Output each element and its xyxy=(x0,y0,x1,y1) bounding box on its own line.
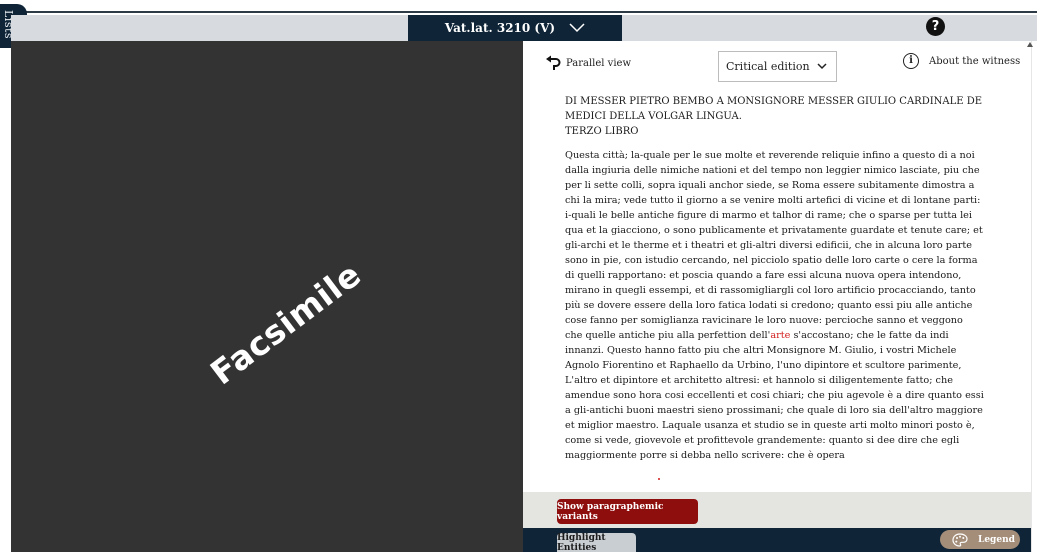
text-segment: s'accostano; che le fatte da indi xyxy=(790,330,949,341)
text-line: sono in pie, con istudio cercando, nel p… xyxy=(565,255,978,266)
text-line: cose fanno per somiglianza ravicinare le… xyxy=(565,315,963,326)
document-title: DI MESSER PIETRO BEMBO A MONSIGNORE MESS… xyxy=(565,94,985,139)
text-segment: che quelle antiche piu alla perfettion d… xyxy=(565,330,771,341)
document-body: Questa città; la-quale per le sue molte … xyxy=(565,148,990,463)
text-line: L'altro et dipintore et architetto altre… xyxy=(565,375,953,386)
text-line: maggiormente porre si debba nello scrive… xyxy=(565,450,845,461)
top-strip xyxy=(0,0,1037,13)
text-line: di quelli rapportano: et poscia quando a… xyxy=(565,270,962,281)
about-witness-button[interactable]: i About the witness xyxy=(903,53,1020,69)
text-line: qua et la giacciono, o sono publicamente… xyxy=(565,225,983,236)
text-line: dalla ingiuria delle nimiche nationi et … xyxy=(565,165,980,176)
edition-dropdown-value: Critical edition xyxy=(726,60,810,73)
palette-icon xyxy=(952,532,968,547)
parallel-view-button[interactable]: Parallel view xyxy=(545,55,631,71)
text-line: et miglior maestro. Laquale usanza et st… xyxy=(565,420,975,431)
facsimile-viewer: Facsimile xyxy=(11,41,523,552)
title-line: DI MESSER PIETRO BEMBO A MONSIGNORE MESS… xyxy=(565,96,983,107)
info-icon: i xyxy=(903,53,919,69)
show-paragraphemic-variants-button[interactable]: Show paragraphemic variants xyxy=(557,499,698,524)
facsimile-placeholder-label: Facsimile xyxy=(203,254,369,393)
text-line: che quelle antiche piu alla perfettion d… xyxy=(565,328,990,343)
text-line: mirano in quegli essempi, et di rassomig… xyxy=(565,285,976,296)
title-line: MEDICI DELLA VOLGAR LINGUA. xyxy=(565,111,742,122)
text-line: come si vede, giovevole et profittevole … xyxy=(565,435,960,446)
edition-dropdown[interactable]: Critical edition xyxy=(718,51,837,82)
back-arrow-icon xyxy=(546,55,561,70)
variants-button-label: Show paragraphemic variants xyxy=(557,501,664,522)
chevron-down-icon xyxy=(817,63,827,70)
legend-button[interactable]: Legend xyxy=(940,530,1020,549)
highlight-button-label: Highlight Entities xyxy=(557,532,606,553)
text-line: chi la mira; vede tutto il giorno a se v… xyxy=(565,195,981,206)
text-line: per li sette colli, sopra iquali anchor … xyxy=(565,180,975,191)
entity-marker-dot xyxy=(658,478,660,480)
text-line: più se dovere essere della loro fatica l… xyxy=(565,300,973,311)
text-line: gli-archi et le therme et i theatri et g… xyxy=(565,240,973,251)
text-line: amendue sono hora cosi eccellenti et cos… xyxy=(565,390,984,401)
witness-selector-label: Vat.lat. 3210 (V) xyxy=(444,21,556,35)
chevron-down-icon xyxy=(569,23,585,33)
scroll-up-arrow-icon[interactable] xyxy=(1027,42,1033,47)
highlighted-entity[interactable]: arte xyxy=(770,330,790,341)
legend-button-label: Legend xyxy=(978,534,1015,545)
text-line: innanzi. Questo hanno fatto piu che altr… xyxy=(565,345,957,356)
witness-selector[interactable]: Vat.lat. 3210 (V) xyxy=(408,15,622,41)
title-line: TERZO LIBRO xyxy=(565,126,639,137)
about-witness-label: About the witness xyxy=(929,55,1021,67)
help-icon[interactable]: ? xyxy=(926,17,945,36)
parallel-view-label: Parallel view xyxy=(566,57,631,69)
text-line: Agnolo Fiorentino et Raphaello da Urbino… xyxy=(565,360,962,371)
text-line: a gli-antichi buoni maestri sieno prossi… xyxy=(565,405,983,416)
text-line: i-quali le belle antiche figure di marmo… xyxy=(565,210,973,221)
highlight-entities-button[interactable]: Highlight Entities xyxy=(557,532,636,553)
text-line: Questa città; la-quale per le sue molte … xyxy=(565,150,975,161)
panel-scrollbar[interactable] xyxy=(1031,41,1037,552)
